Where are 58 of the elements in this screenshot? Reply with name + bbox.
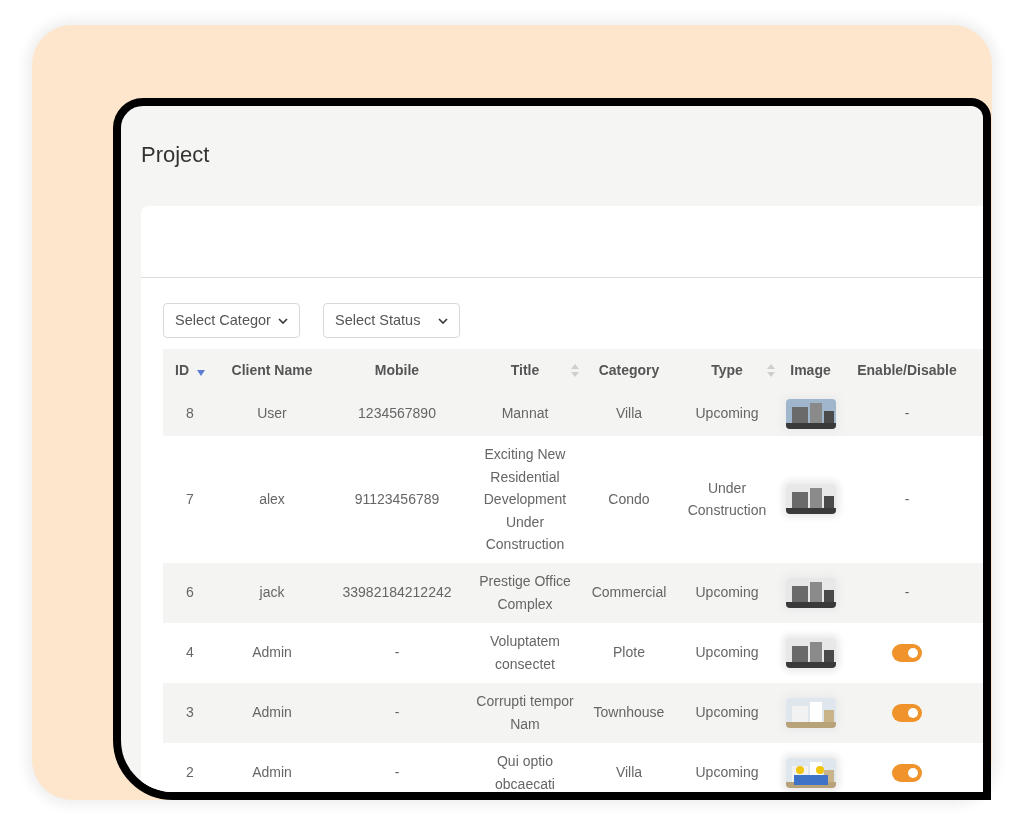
- client-name-cell-text: User: [257, 404, 287, 424]
- column-header: Title: [510, 360, 540, 380]
- id-cell-text: 4: [186, 643, 194, 663]
- empty-value: -: [904, 583, 910, 602]
- title-cell-text: Exciting New Residential Development Under Construction: [482, 445, 568, 554]
- id-cell-text: 7: [186, 490, 194, 509]
- sort-icon[interactable]: [571, 363, 579, 377]
- chevron-down-icon: [438, 317, 448, 324]
- empty-value: -: [904, 404, 910, 423]
- column-header: ID: [175, 360, 189, 380]
- type-cell-text: Upcoming: [695, 643, 759, 663]
- filter-dropdown[interactable]: Select Status: [323, 303, 460, 338]
- type-cell-text: Upcoming: [695, 583, 759, 603]
- filter-dropdown[interactable]: Select Categor: [163, 303, 300, 338]
- chevron-down-icon: [278, 317, 288, 324]
- category-cell-text: Plote: [613, 643, 645, 663]
- client-name-cell-text: Admin: [252, 763, 292, 783]
- type-cell-text: Upcoming: [695, 703, 759, 723]
- toggle-switch[interactable]: [892, 763, 922, 782]
- column-header: Category: [598, 360, 660, 380]
- column-header: Image: [790, 360, 831, 380]
- title-cell-text: Voluptatem consectet: [488, 632, 562, 674]
- column-header: Type: [711, 360, 743, 380]
- column-header: Client Name: [231, 360, 313, 380]
- page-title: Project: [141, 144, 211, 166]
- mobile-cell-text: -: [394, 703, 400, 723]
- category-cell-text: Commercial: [591, 583, 667, 603]
- column-header: Mobile: [374, 360, 420, 380]
- type-cell-text: Upcoming: [695, 404, 759, 424]
- id-cell-text: 8: [186, 404, 194, 424]
- client-name-cell-text: jack: [259, 583, 285, 603]
- client-name-cell-text: alex: [259, 490, 285, 509]
- id-cell-text: 2: [186, 763, 194, 783]
- title-cell-text: Corrupti tempor Nam: [475, 692, 575, 734]
- category-cell-text: Villa: [615, 763, 643, 783]
- mobile-cell-text: -: [394, 763, 400, 783]
- toggle-switch[interactable]: [892, 643, 922, 662]
- empty-value: -: [904, 489, 910, 509]
- mobile-cell-text: 33982184212242: [342, 583, 452, 603]
- id-cell-text: 3: [186, 703, 194, 723]
- mobile-cell-text: 91123456789: [354, 490, 440, 509]
- category-cell-text: Townhouse: [593, 703, 665, 723]
- client-name-cell-text: Admin: [252, 703, 292, 723]
- category-cell-text: Condo: [608, 490, 650, 509]
- column-header: Enable/Disable: [857, 360, 957, 380]
- id-cell-text: 6: [186, 583, 194, 603]
- title-cell-text: Qui optio obcaecati: [494, 752, 556, 792]
- mobile-cell-text: -: [394, 643, 400, 663]
- title-cell-text: Mannat: [501, 404, 549, 424]
- sort-icon[interactable]: [767, 363, 775, 377]
- title-cell-text: Prestige Office Complex: [478, 572, 572, 614]
- client-name-cell-text: Admin: [252, 643, 292, 663]
- type-cell-text: Under Construction: [686, 478, 768, 521]
- category-cell-text: Villa: [615, 404, 643, 424]
- toggle-switch[interactable]: [892, 703, 922, 722]
- mobile-cell-text: 1234567890: [358, 404, 436, 424]
- sort-descending-icon[interactable]: [197, 370, 205, 376]
- type-cell-text: Upcoming: [695, 763, 759, 783]
